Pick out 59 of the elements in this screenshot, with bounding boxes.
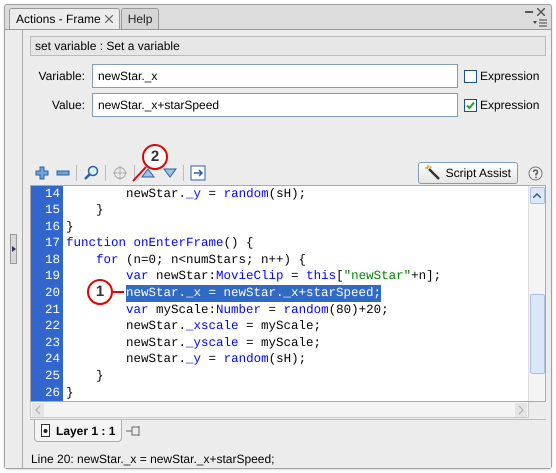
- panel-tab[interactable]: Help: [120, 8, 160, 29]
- code-line: newStar._y = random(sH);: [125, 351, 306, 368]
- line-number: 21: [44, 302, 61, 318]
- line-number: 24: [44, 351, 61, 368]
- checkbox-label: Expression: [480, 68, 540, 86]
- panel-menu-icon[interactable]: [533, 19, 547, 27]
- close-icon[interactable]: [537, 8, 545, 16]
- line-number: 19: [44, 268, 61, 286]
- line-number: 14: [44, 186, 61, 202]
- line-number: 18: [44, 252, 61, 268]
- collapse-handle[interactable]: [10, 234, 17, 264]
- down-triangle-icon[interactable]: [163, 168, 177, 178]
- search-icon[interactable]: [83, 165, 99, 182]
- scroll-up-button[interactable]: [530, 186, 544, 204]
- frame-icon: [41, 424, 50, 437]
- code-line: var myScale:Number = random(80)+20;: [125, 302, 389, 318]
- help-icon[interactable]: [528, 166, 543, 181]
- magic-wand-icon: [425, 165, 441, 182]
- line-number: 26: [44, 384, 61, 402]
- leader-line: [131, 166, 147, 182]
- code-line: function onEnterFrame() {: [66, 235, 254, 252]
- close-icon[interactable]: [104, 15, 113, 23]
- input-field[interactable]: newStar._x+starSpeed: [92, 93, 458, 118]
- line-number: 16: [44, 218, 61, 236]
- minimize-icon[interactable]: [525, 8, 533, 16]
- check-icon: [466, 100, 475, 110]
- line-number: 23: [44, 334, 61, 352]
- scroll-thumb[interactable]: [530, 294, 544, 374]
- code-line: }: [66, 218, 74, 236]
- field-label: Value:: [50, 97, 86, 114]
- insert-target-icon[interactable]: [190, 165, 206, 182]
- code-line: newStar._yscale = myScale;: [125, 334, 322, 352]
- code-line: }: [95, 202, 104, 219]
- script-assist-button[interactable]: Script Assist: [418, 162, 518, 184]
- checkbox[interactable]: [464, 70, 477, 83]
- checkbox[interactable]: [464, 98, 477, 112]
- line-number: 25: [44, 368, 61, 385]
- code-line: newStar._y = random(sH);: [125, 186, 306, 202]
- code-line: }: [95, 368, 104, 385]
- status-text: Line 20: newStar._x = newStar._x+starSpeed;: [31, 451, 276, 468]
- checkbox-label: Expression: [480, 97, 540, 114]
- code-line: for (n=0; n<numStars; n++) {: [95, 252, 306, 268]
- field-label: Variable:: [38, 68, 86, 86]
- line-number: 15: [44, 202, 61, 219]
- vertical-scrollbar[interactable]: [528, 186, 545, 402]
- panel-tab[interactable]: Actions - Frame: [9, 8, 120, 29]
- line-number: 20: [44, 285, 61, 302]
- line-number: 17: [44, 235, 61, 252]
- add-icon[interactable]: [34, 165, 50, 182]
- code-line: newStar._xscale = myScale;: [125, 318, 322, 335]
- code-editor[interactable]: [30, 184, 546, 402]
- code-line: var newStar:MovieClip = this["newStar"+n];: [125, 268, 442, 286]
- line-number: 22: [44, 318, 61, 335]
- up-triangle-icon[interactable]: [141, 168, 155, 178]
- code-line: }: [66, 384, 74, 402]
- layer-tab[interactable]: Layer 1 : 1: [34, 420, 122, 442]
- expand-arrow-icon: [12, 246, 16, 252]
- description-bar: set variable : Set a variable: [30, 36, 546, 56]
- input-field[interactable]: newStar._x: [92, 64, 458, 88]
